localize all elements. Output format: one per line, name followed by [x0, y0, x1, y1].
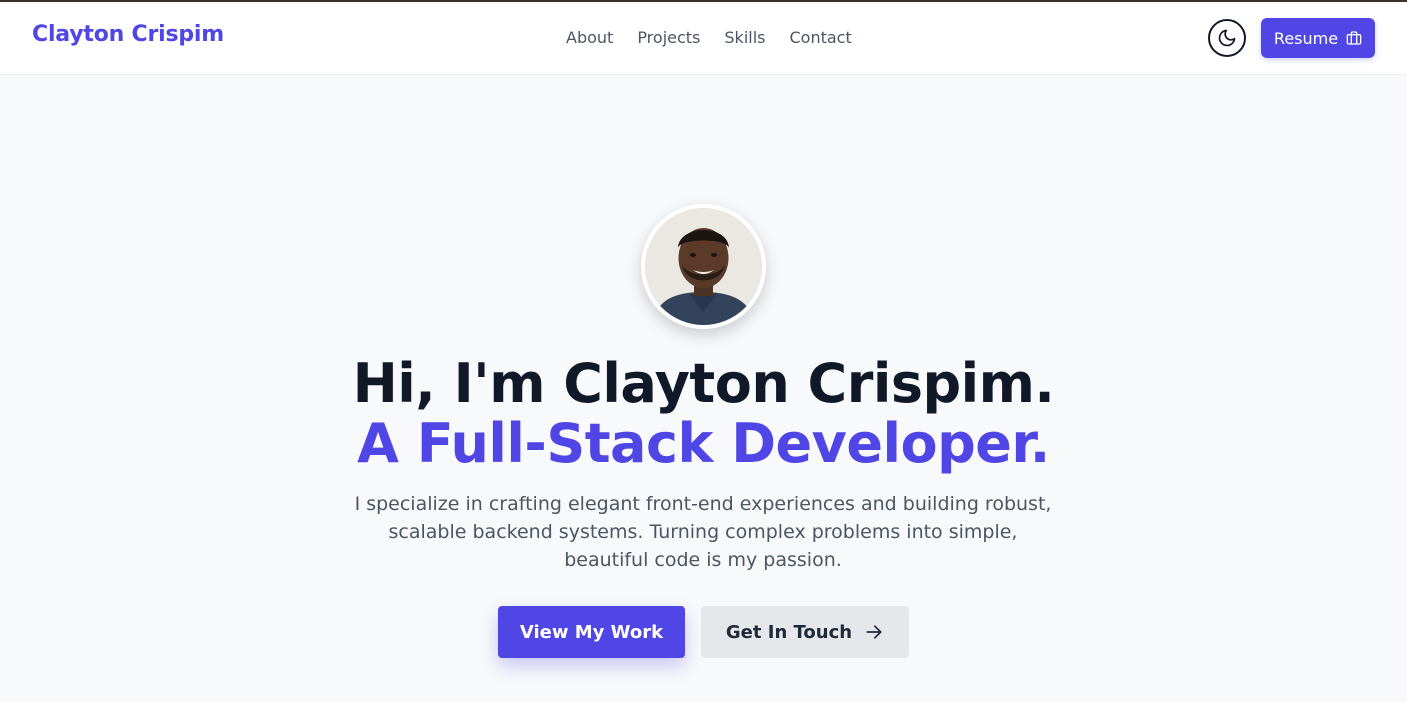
resume-label: Resume [1273, 28, 1339, 48]
nav-projects[interactable]: Projects [637, 28, 700, 47]
arrow-right-icon [866, 625, 882, 639]
brand-logo[interactable]: Clayton Crispim [32, 22, 224, 47]
theme-toggle-button[interactable] [1208, 19, 1246, 57]
moon-icon [1218, 29, 1236, 47]
site-header: Clayton Crispim About Projects Skills Co… [0, 2, 1407, 75]
view-my-work-button[interactable]: View My Work [498, 606, 685, 658]
nav-skills[interactable]: Skills [724, 28, 765, 47]
view-my-work-label: View My Work [519, 621, 664, 643]
hero-title-line1: Hi, I'm Clayton Crispim. [352, 352, 1055, 415]
main-nav: About Projects Skills Contact [566, 28, 852, 47]
nav-about[interactable]: About [566, 28, 613, 47]
profile-avatar [641, 204, 766, 329]
get-in-touch-label: Get In Touch [725, 621, 853, 643]
hero-title-line2: A Full-Stack Developer. [357, 412, 1050, 475]
hero-intro: I specialize in crafting elegant front-e… [354, 493, 1052, 571]
nav-contact[interactable]: Contact [789, 28, 851, 47]
get-in-touch-button[interactable]: Get In Touch [701, 606, 909, 658]
profile-photo-icon [645, 208, 762, 325]
briefcase-icon [1346, 31, 1362, 45]
resume-button[interactable]: Resume [1261, 18, 1375, 58]
